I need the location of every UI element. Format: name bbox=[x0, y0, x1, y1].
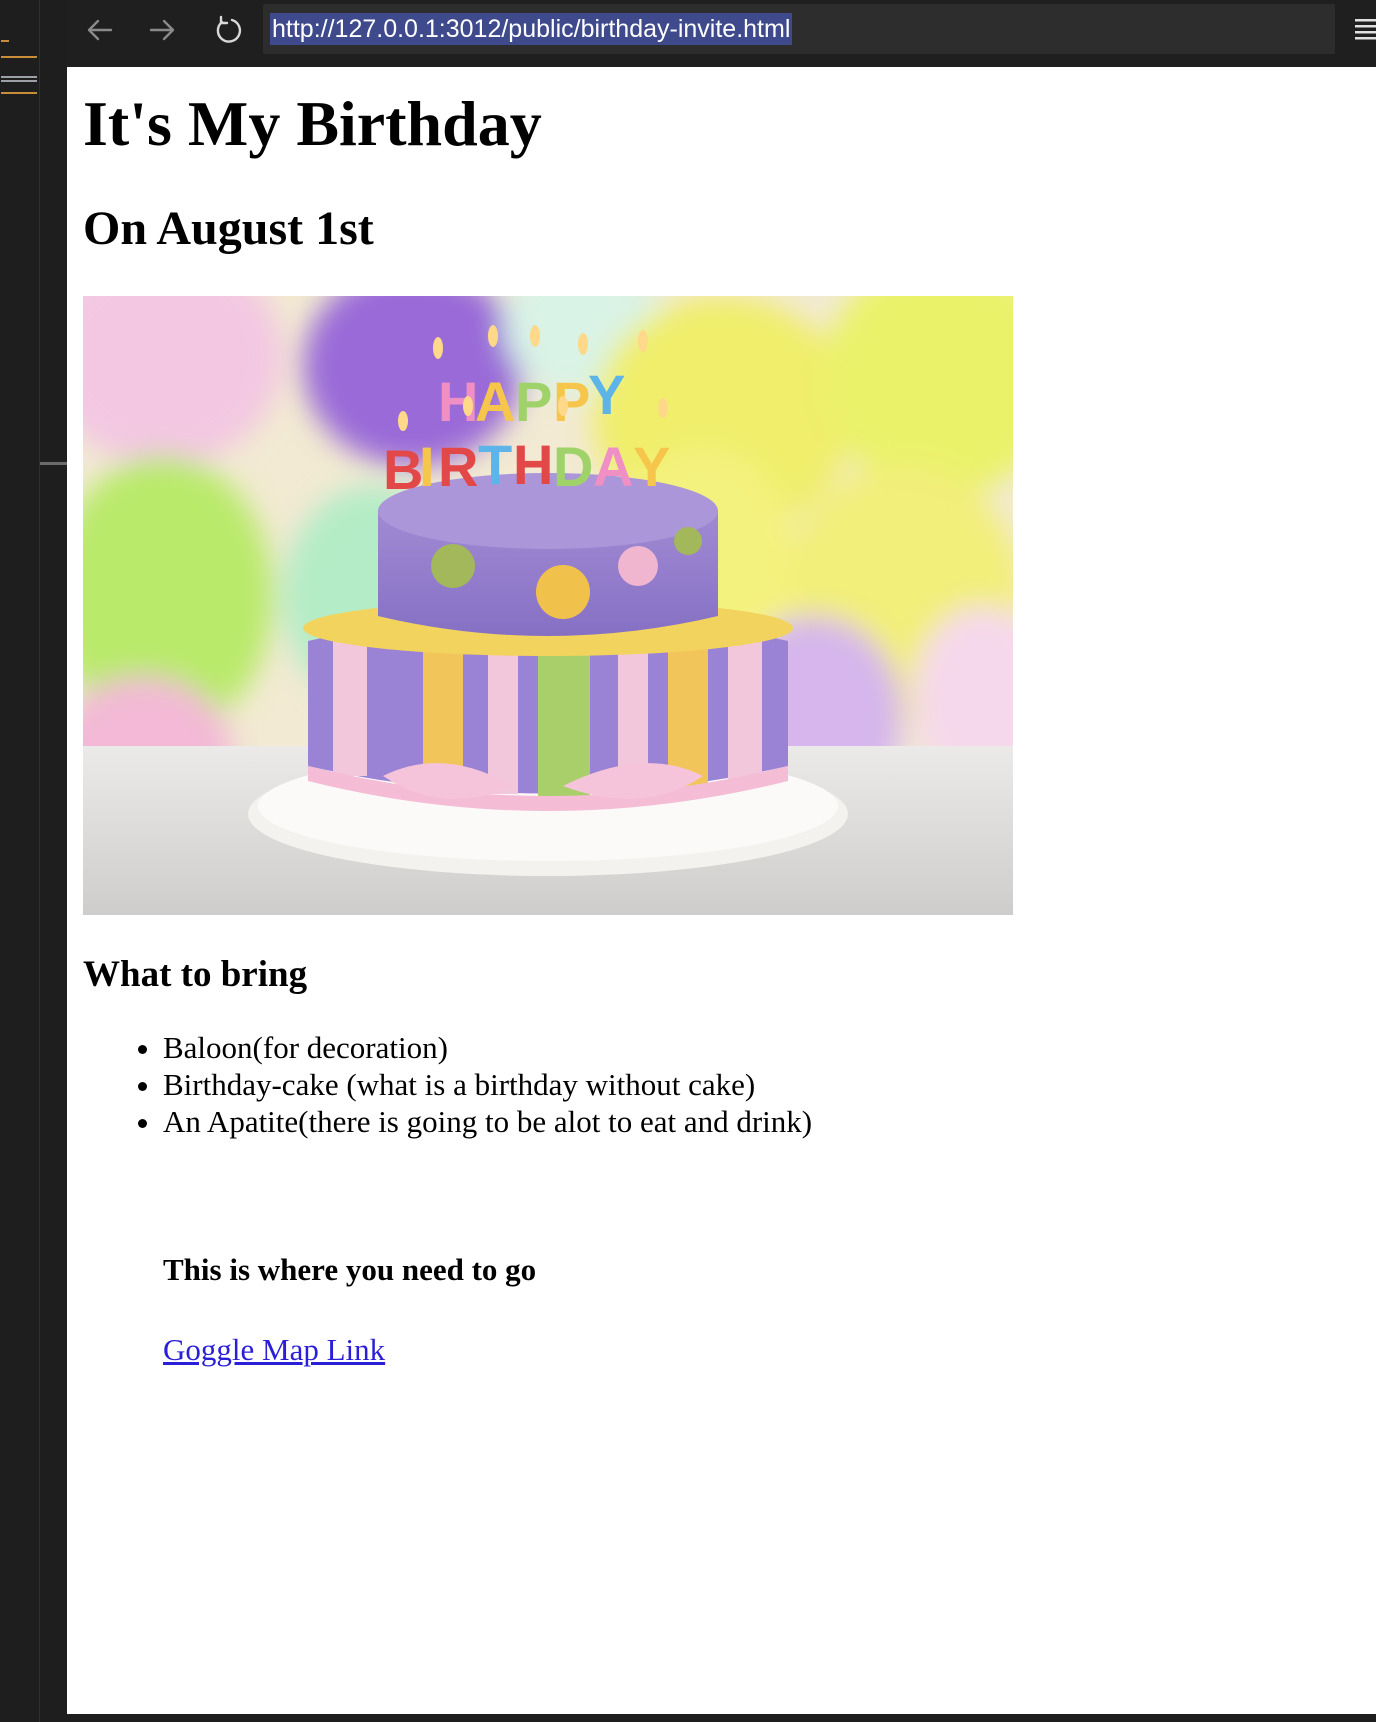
reload-button[interactable] bbox=[206, 10, 250, 50]
address-bar[interactable]: http://127.0.0.1:3012/public/birthday-in… bbox=[263, 4, 1335, 54]
editor-gutter-divider bbox=[39, 0, 40, 1722]
svg-text:D: D bbox=[553, 435, 593, 498]
back-button[interactable] bbox=[77, 10, 121, 50]
svg-text:R: R bbox=[438, 435, 478, 498]
bring-list: Baloon(for decoration) Birthday-cake (wh… bbox=[83, 1029, 812, 1140]
list-item: Baloon(for decoration) bbox=[163, 1029, 812, 1066]
cake-illustration: H A P P Y B I R T H D A Y bbox=[83, 296, 1013, 915]
svg-text:A: A bbox=[593, 435, 633, 498]
svg-text:A: A bbox=[475, 370, 515, 433]
where-to-go-heading: This is where you need to go bbox=[163, 1252, 537, 1287]
svg-text:T: T bbox=[478, 433, 512, 496]
svg-text:Y: Y bbox=[588, 363, 625, 426]
minimap-line bbox=[1, 92, 37, 94]
editor-sidebar bbox=[0, 0, 67, 1722]
svg-text:Y: Y bbox=[633, 435, 670, 498]
birthday-cake-image: H A P P Y B I R T H D A Y bbox=[83, 296, 1013, 915]
editor-scroll-marker[interactable] bbox=[40, 462, 67, 465]
page-viewport: It's My Birthday On August 1st H A P P Y… bbox=[67, 67, 1376, 1714]
arrow-right-icon bbox=[149, 19, 175, 41]
svg-text:H: H bbox=[513, 433, 553, 496]
browser-toolbar: http://127.0.0.1:3012/public/birthday-in… bbox=[67, 0, 1376, 67]
svg-text:B: B bbox=[383, 438, 423, 501]
window-bottom-edge bbox=[67, 1714, 1376, 1722]
page-title: It's My Birthday bbox=[83, 88, 542, 159]
svg-text:P: P bbox=[515, 370, 552, 433]
list-item: Birthday-cake (what is a birthday withou… bbox=[163, 1066, 812, 1103]
minimap-line bbox=[1, 80, 37, 82]
browser-menu-button[interactable] bbox=[1353, 14, 1376, 46]
hamburger-menu-icon bbox=[1355, 19, 1376, 40]
reload-icon bbox=[216, 15, 242, 43]
list-item: An Apatite(there is going to be alot to … bbox=[163, 1103, 812, 1140]
arrow-left-icon bbox=[87, 19, 113, 41]
page-subtitle: On August 1st bbox=[83, 202, 374, 255]
minimap-line bbox=[1, 56, 37, 58]
minimap-line bbox=[1, 76, 37, 78]
svg-text:I: I bbox=[419, 435, 435, 498]
what-to-bring-heading: What to bring bbox=[83, 954, 308, 995]
google-map-link[interactable]: Goggle Map Link bbox=[163, 1331, 385, 1369]
forward-button[interactable] bbox=[141, 10, 185, 50]
minimap-line bbox=[1, 40, 9, 42]
address-bar-url[interactable]: http://127.0.0.1:3012/public/birthday-in… bbox=[270, 13, 793, 45]
